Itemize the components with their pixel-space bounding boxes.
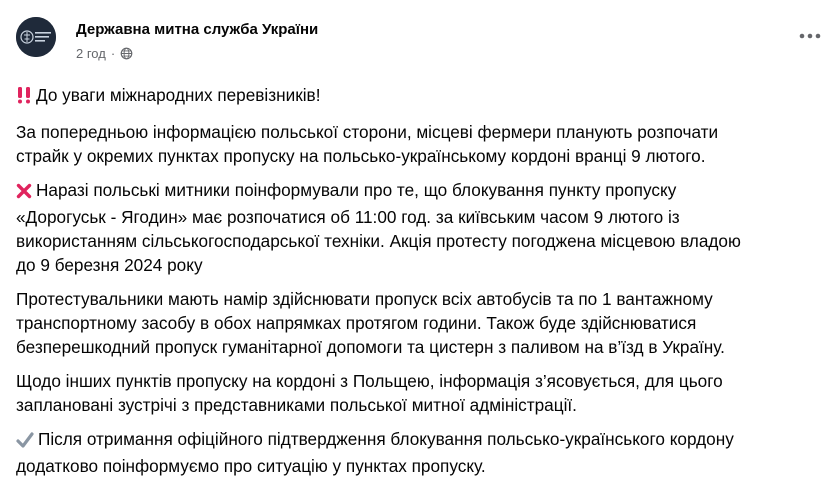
post-paragraph-5: Щодо інших пунктів пропуску на кордоні з… bbox=[16, 369, 826, 417]
post-line: Щодо інших пунктів пропуску на кордоні з… bbox=[16, 371, 723, 391]
post-time[interactable]: 2 год bbox=[76, 46, 106, 61]
post-paragraph-6: Після отримання офіційного підтвердження… bbox=[16, 427, 826, 478]
post-line: «Дорогуськ - Ягодин» має розпочатися об … bbox=[16, 207, 680, 227]
post-line: заплановані зустрічі з представниками по… bbox=[16, 395, 577, 415]
post-line: Наразі польські митники поінформували пр… bbox=[16, 178, 826, 205]
post-body: До уваги міжнародних перевізників! За по… bbox=[16, 83, 826, 485]
post-line: страйк у окремих пунктах пропуску на пол… bbox=[16, 146, 706, 166]
globe-icon[interactable] bbox=[120, 47, 133, 60]
post-line: додатково поінформуємо про ситуацію у пу… bbox=[16, 456, 486, 476]
check-mark-icon bbox=[16, 430, 34, 454]
post-line: транспортному засобу в обох напрямках пр… bbox=[16, 313, 697, 333]
post-paragraph-1: До уваги міжнародних перевізників! bbox=[16, 83, 826, 110]
post-paragraph-3: Наразі польські митники поінформували пр… bbox=[16, 178, 826, 277]
cross-mark-icon bbox=[16, 181, 32, 205]
post-line: до 9 березня 2024 року bbox=[16, 255, 203, 275]
post-meta: 2 год · bbox=[76, 46, 133, 61]
post-line: Після отримання офіційного підтвердження… bbox=[16, 427, 826, 454]
post-text: До уваги міжнародних перевізників! bbox=[36, 85, 321, 105]
double-exclamation-icon bbox=[16, 86, 32, 110]
post-paragraph-4: Протестувальники мають намір здійснювати… bbox=[16, 287, 826, 359]
page-name-link[interactable]: Державна митна служба України bbox=[76, 21, 318, 38]
post-line: використанням сільськогосподарської техн… bbox=[16, 231, 741, 251]
post-line: Протестувальники мають намір здійснювати… bbox=[16, 289, 713, 309]
post-text: Наразі польські митники поінформували пр… bbox=[36, 180, 677, 200]
post-text: Після отримання офіційного підтвердження… bbox=[38, 429, 734, 449]
more-horizontal-icon bbox=[799, 33, 821, 39]
meta-separator: · bbox=[110, 46, 116, 61]
facebook-post: Державна митна служба України 2 год · До… bbox=[0, 0, 840, 485]
post-line: За попередньою інформацією польської сто… bbox=[16, 122, 719, 142]
customs-logo-icon bbox=[16, 17, 56, 57]
page-avatar[interactable] bbox=[16, 17, 56, 57]
more-options-button[interactable] bbox=[798, 26, 822, 46]
post-paragraph-2: За попередньою інформацією польської сто… bbox=[16, 120, 826, 168]
post-line: безперешкодний пропуск гуманітарної допо… bbox=[16, 337, 725, 357]
